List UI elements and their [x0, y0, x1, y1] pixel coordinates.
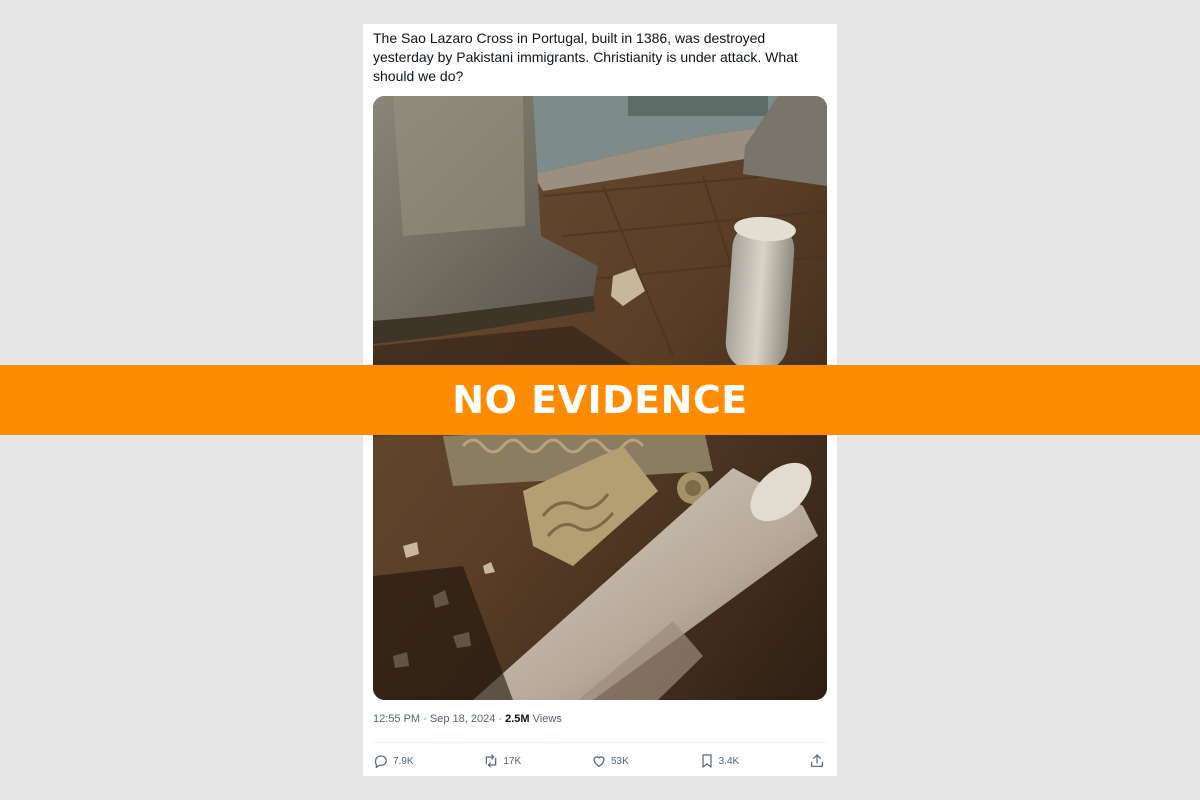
- page: The Sao Lazaro Cross in Portugal, built …: [0, 0, 1200, 800]
- divider: [373, 742, 827, 743]
- heart-icon: [593, 756, 605, 767]
- views-label: Views: [529, 713, 562, 725]
- tweet-action-bar: 7.9K 17K 53K 3.4K: [373, 751, 825, 771]
- reply-button[interactable]: 7.9K: [373, 753, 414, 769]
- tweet-meta: 12:55 PM · Sep 18, 2024 · 2.5M Views: [373, 713, 562, 725]
- verdict-banner: NO EVIDENCE: [0, 365, 1200, 435]
- reply-icon: [374, 755, 387, 768]
- share-icon: [811, 754, 823, 767]
- repost-icon: [486, 754, 497, 768]
- tweet-timestamp[interactable]: 12:55 PM · Sep 18, 2024 ·: [373, 713, 505, 725]
- like-count: 53K: [611, 755, 629, 767]
- verdict-label: NO EVIDENCE: [452, 378, 748, 422]
- bookmark-icon: [702, 754, 712, 768]
- tweet-text: The Sao Lazaro Cross in Portugal, built …: [373, 30, 798, 84]
- reply-count: 7.9K: [393, 755, 414, 767]
- bookmark-button[interactable]: 3.4K: [699, 753, 740, 769]
- share-button[interactable]: [809, 753, 825, 769]
- views-count: 2.5M: [505, 713, 530, 725]
- repost-button[interactable]: 17K: [483, 753, 521, 769]
- repost-count: 17K: [503, 755, 522, 767]
- like-button[interactable]: 53K: [591, 753, 629, 769]
- bookmark-count: 3.4K: [718, 755, 740, 767]
